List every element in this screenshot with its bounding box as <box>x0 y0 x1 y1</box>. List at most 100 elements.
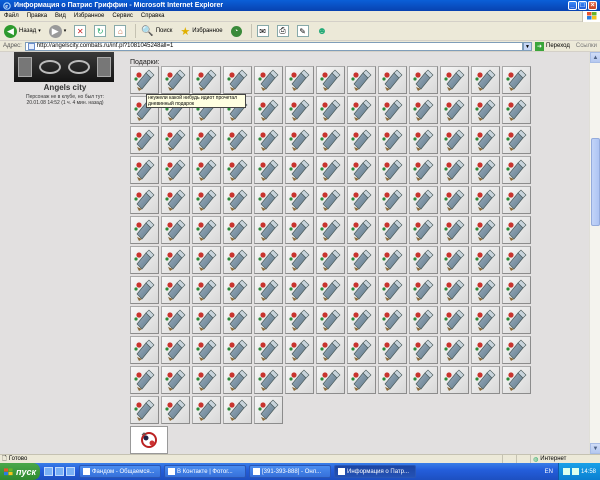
maximize-button[interactable]: □ <box>578 1 587 10</box>
gift-item[interactable] <box>409 126 438 154</box>
address-dropdown-icon[interactable]: ▼ <box>523 41 533 51</box>
gift-item[interactable] <box>192 66 221 94</box>
gift-item[interactable] <box>502 96 531 124</box>
gift-item[interactable] <box>130 306 159 334</box>
gift-item[interactable] <box>378 276 407 304</box>
messenger-button[interactable]: ☻ <box>315 23 330 39</box>
gift-item[interactable] <box>471 246 500 274</box>
tray-icon[interactable] <box>571 468 579 475</box>
gift-item[interactable] <box>130 396 159 424</box>
gift-item[interactable] <box>223 246 252 274</box>
gift-item[interactable] <box>223 186 252 214</box>
gift-item[interactable] <box>471 216 500 244</box>
gift-item[interactable] <box>285 96 314 124</box>
gift-item[interactable] <box>254 306 283 334</box>
gift-item[interactable] <box>130 126 159 154</box>
gift-item[interactable] <box>378 336 407 364</box>
minimize-button[interactable]: _ <box>568 1 577 10</box>
gift-item[interactable] <box>130 216 159 244</box>
gift-item[interactable] <box>316 306 345 334</box>
menu-edit[interactable]: Правка <box>23 13 51 19</box>
gift-item[interactable] <box>502 66 531 94</box>
gift-item[interactable] <box>254 366 283 394</box>
gift-item[interactable] <box>502 216 531 244</box>
address-input[interactable]: http://angelscity.combats.ru/inf.pl?1081… <box>24 41 524 51</box>
start-button[interactable]: пуск <box>0 463 40 480</box>
gift-item[interactable] <box>285 276 314 304</box>
menu-tools[interactable]: Сервис <box>108 13 137 19</box>
gift-item[interactable] <box>254 126 283 154</box>
gift-item[interactable] <box>192 216 221 244</box>
quick-launch-icon[interactable] <box>44 467 53 476</box>
gift-item[interactable] <box>223 366 252 394</box>
gift-item[interactable] <box>161 366 190 394</box>
gift-item[interactable] <box>378 306 407 334</box>
gift-item[interactable] <box>409 156 438 184</box>
gift-item[interactable] <box>192 276 221 304</box>
gift-item[interactable] <box>471 276 500 304</box>
gift-item[interactable] <box>440 246 469 274</box>
gift-item[interactable] <box>502 156 531 184</box>
gift-item[interactable] <box>378 126 407 154</box>
gift-item[interactable] <box>440 366 469 394</box>
gift-item[interactable] <box>192 336 221 364</box>
gift-item[interactable] <box>347 366 376 394</box>
gift-item[interactable] <box>409 366 438 394</box>
gift-item[interactable] <box>378 156 407 184</box>
gift-item[interactable] <box>409 186 438 214</box>
forward-dropdown-icon[interactable]: ▾ <box>64 28 67 34</box>
gift-item[interactable] <box>347 276 376 304</box>
back-dropdown-icon[interactable]: ▾ <box>38 28 41 34</box>
gift-item[interactable] <box>347 336 376 364</box>
gift-item[interactable] <box>378 366 407 394</box>
search-button[interactable]: 🔍 Поиск <box>139 23 174 39</box>
gift-item[interactable] <box>223 216 252 244</box>
gift-item[interactable] <box>347 216 376 244</box>
gift-item[interactable] <box>440 186 469 214</box>
home-button[interactable]: ⌂ <box>112 23 128 39</box>
gift-item[interactable] <box>502 336 531 364</box>
gift-item[interactable] <box>347 246 376 274</box>
gift-item[interactable] <box>347 186 376 214</box>
scroll-thumb[interactable] <box>591 138 600 226</box>
gift-item[interactable] <box>130 276 159 304</box>
gift-item[interactable] <box>285 186 314 214</box>
gift-item[interactable] <box>471 126 500 154</box>
gift-item-special[interactable] <box>130 426 168 454</box>
print-button[interactable]: ⎙ <box>275 23 291 39</box>
gift-item[interactable] <box>192 126 221 154</box>
gift-item[interactable] <box>316 336 345 364</box>
gift-item[interactable] <box>502 366 531 394</box>
forward-button[interactable]: ▶ ▾ <box>47 23 69 39</box>
gift-item[interactable] <box>192 156 221 184</box>
gift-item[interactable] <box>378 216 407 244</box>
taskbar-button[interactable]: [391-393-888] - Онл... <box>249 465 331 478</box>
gift-item[interactable] <box>409 96 438 124</box>
back-button[interactable]: ◀ Назад ▾ <box>2 23 43 39</box>
gift-item[interactable] <box>440 96 469 124</box>
gift-item[interactable] <box>409 306 438 334</box>
gift-item[interactable] <box>285 126 314 154</box>
gift-item[interactable] <box>161 306 190 334</box>
gift-item[interactable] <box>161 126 190 154</box>
language-indicator[interactable]: EN <box>540 469 558 475</box>
gift-item[interactable] <box>440 126 469 154</box>
gift-item[interactable] <box>316 276 345 304</box>
gift-item[interactable] <box>192 306 221 334</box>
gift-item[interactable] <box>161 216 190 244</box>
gift-item[interactable] <box>316 216 345 244</box>
gift-item[interactable] <box>440 156 469 184</box>
gift-item[interactable] <box>378 246 407 274</box>
edit-button[interactable]: ✎ <box>295 23 311 39</box>
gift-item[interactable] <box>161 66 190 94</box>
menu-help[interactable]: Справка <box>137 13 169 19</box>
gift-item[interactable] <box>285 336 314 364</box>
gift-item[interactable] <box>130 336 159 364</box>
gift-item[interactable] <box>285 156 314 184</box>
gift-item[interactable] <box>471 96 500 124</box>
gift-item[interactable] <box>254 66 283 94</box>
gift-item[interactable] <box>502 306 531 334</box>
gift-item[interactable] <box>254 276 283 304</box>
menu-favorites[interactable]: Избранное <box>70 13 108 19</box>
quick-launch-icon[interactable] <box>66 467 75 476</box>
